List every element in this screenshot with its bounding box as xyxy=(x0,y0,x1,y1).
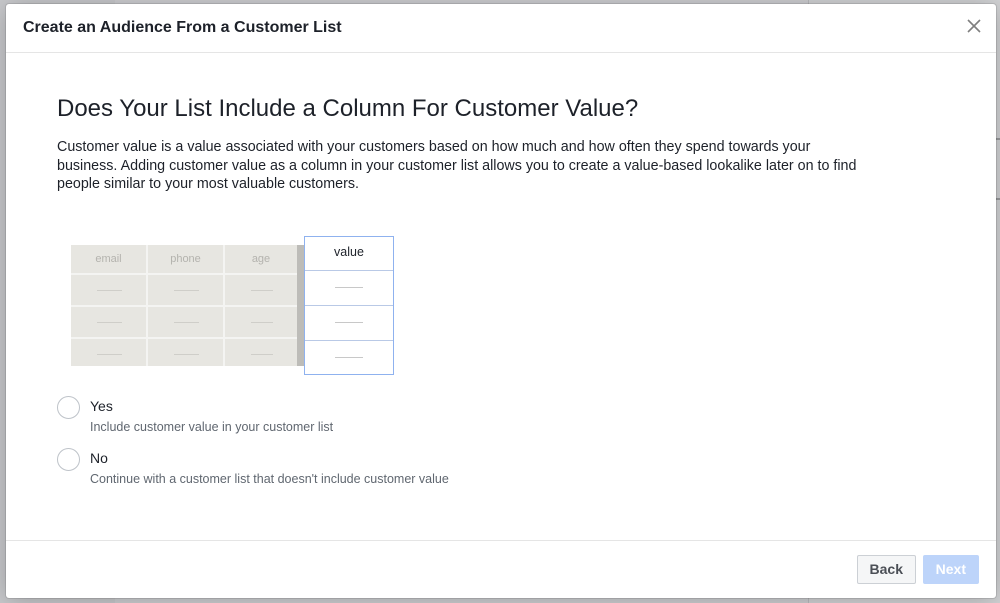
column-header: email xyxy=(71,245,146,275)
dialog-header: Create an Audience From a Customer List xyxy=(6,4,996,53)
no-radio[interactable] xyxy=(57,448,80,471)
column-shadow xyxy=(297,245,304,366)
dialog-footer: Back Next xyxy=(6,540,996,598)
option-label[interactable]: No xyxy=(90,450,108,466)
sample-column: age xyxy=(225,245,297,366)
value-column-header: value xyxy=(305,237,393,271)
option-description: Continue with a customer list that doesn… xyxy=(90,472,449,486)
sample-column: phone xyxy=(148,245,225,366)
column-header: phone xyxy=(148,245,223,275)
close-button[interactable] xyxy=(964,16,984,36)
option-label[interactable]: Yes xyxy=(90,398,113,414)
dialog-title: Create an Audience From a Customer List xyxy=(23,19,342,36)
dialog-body: Does Your List Include a Column For Cust… xyxy=(57,94,956,194)
value-column-highlight: value xyxy=(304,236,394,375)
sample-columns: email phone age xyxy=(71,245,299,366)
yes-radio[interactable] xyxy=(57,396,80,419)
sample-column: email xyxy=(71,245,148,366)
close-icon xyxy=(967,19,981,33)
description-text: Customer value is a value associated wit… xyxy=(57,139,857,192)
option-description: Include customer value in your customer … xyxy=(90,420,334,434)
create-audience-dialog: Create an Audience From a Customer List … xyxy=(6,4,996,598)
column-header: age xyxy=(225,245,297,275)
page-heading: Does Your List Include a Column For Cust… xyxy=(57,95,639,122)
next-button[interactable]: Next xyxy=(922,555,979,584)
customer-list-illustration: email phone age value xyxy=(71,236,401,376)
back-button[interactable]: Back xyxy=(856,555,916,584)
